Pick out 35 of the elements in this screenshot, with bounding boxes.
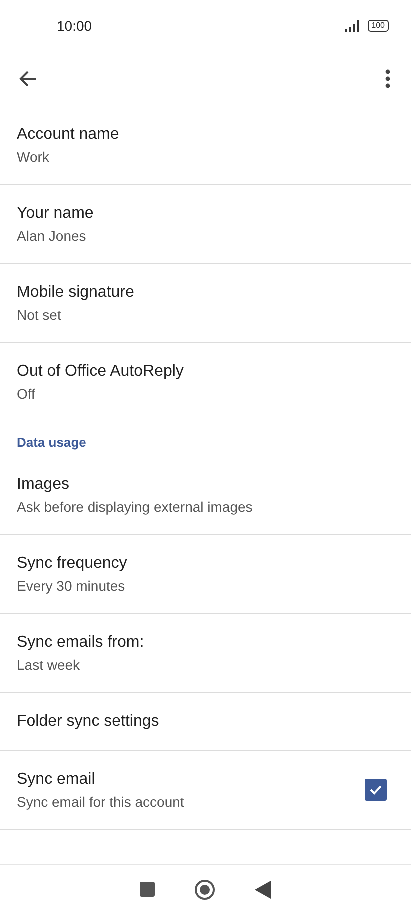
setting-title: Sync frequency (17, 554, 128, 572)
back-arrow-icon (18, 69, 38, 89)
setting-value: Not set (17, 306, 62, 322)
status-time: 10:00 (57, 18, 92, 34)
settings-item[interactable]: Your name Alan Jones (0, 185, 411, 264)
setting-title: Out of Office AutoReply (17, 363, 185, 381)
setting-title: Mobile signature (17, 284, 136, 302)
setting-title: Folder sync settings (17, 712, 160, 730)
setting-title: Sync email (17, 770, 96, 788)
settings-item[interactable]: Out of Office AutoReply Off (0, 343, 411, 422)
settings-item[interactable]: Folder sync settings (0, 693, 411, 751)
setting-value: Last week (17, 656, 82, 672)
setting-value: Alan Jones (17, 228, 88, 244)
checkbox[interactable] (365, 779, 387, 801)
settings-item[interactable]: Sync emails from: Last week (0, 614, 411, 693)
settings-item[interactable]: Sync frequency Every 30 minutes (0, 535, 411, 614)
settings-item[interactable]: Sync email Sync email for this account (0, 751, 411, 830)
section-header: Data usage (17, 435, 86, 450)
setting-value: Every 30 minutes (17, 578, 126, 594)
settings-item[interactable]: Account name Work (0, 106, 411, 185)
setting-title: Sync emails from: (17, 634, 146, 652)
setting-value: Work (17, 148, 50, 164)
settings-item[interactable]: Images Ask before displaying external images (0, 456, 411, 535)
setting-value: Off (17, 386, 36, 402)
setting-title: Images (17, 476, 70, 494)
battery-icon: 100 (368, 20, 389, 32)
home-button[interactable] (195, 880, 215, 900)
settings-item[interactable]: Mobile signature Not set (0, 264, 411, 343)
setting-title: Your name (17, 204, 95, 222)
setting-value: Sync email for this account (17, 794, 186, 810)
checkmark-icon (369, 783, 383, 797)
more-options-icon (385, 69, 391, 89)
setting-title: Account name (17, 126, 120, 144)
back-nav-button[interactable] (255, 880, 271, 898)
setting-value: Ask before displaying external images (17, 498, 254, 514)
